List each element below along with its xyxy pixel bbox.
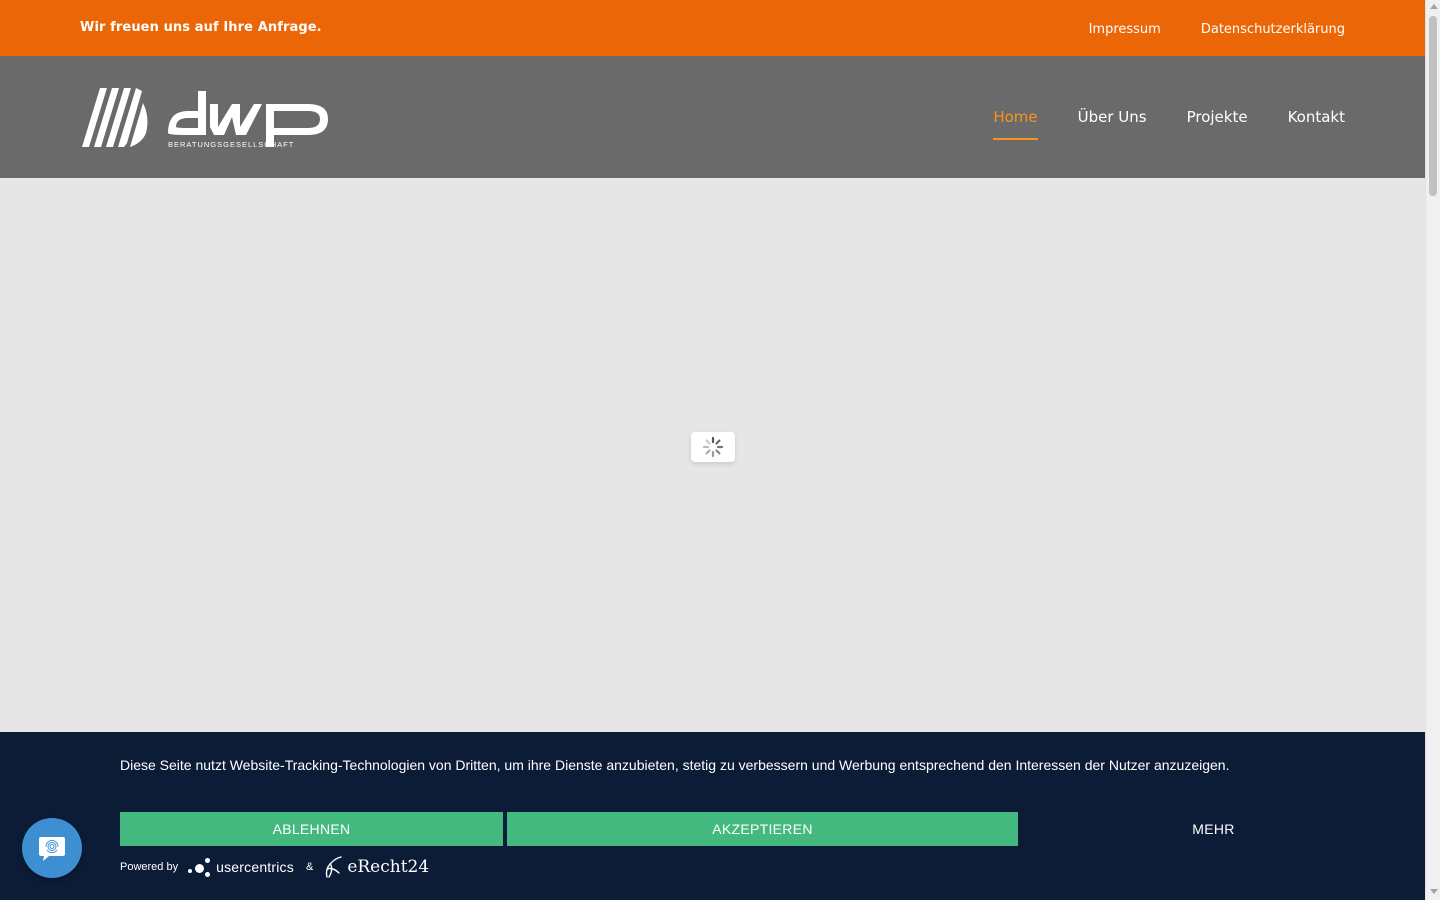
dwp-logo[interactable]: BERATUNGSGESELLSCHAFT [80, 87, 330, 149]
erecht24-mark-icon [326, 856, 343, 878]
scroll-thumb[interactable] [1429, 16, 1437, 196]
main-nav: Home Über Uns Projekte Kontakt [993, 108, 1345, 140]
site-header: BERATUNGSGESELLSCHAFT Home Über Uns Proj… [0, 56, 1425, 178]
main-content-loading [0, 178, 1425, 732]
cookie-banner: Diese Seite nutzt Website-Tracking-Techn… [0, 732, 1425, 900]
page: Wir freuen uns auf Ihre Anfrage. Impress… [0, 0, 1425, 900]
svg-text:BERATUNGSGESELLSCHAFT: BERATUNGSGESELLSCHAFT [168, 140, 294, 149]
accept-button[interactable]: AKZEPTIEREN [507, 812, 1018, 846]
powered-by: Powered by usercentrics & eRecht24 [120, 854, 429, 880]
impressum-link[interactable]: Impressum [1089, 22, 1161, 37]
spinner-icon [702, 436, 724, 458]
erecht24-logo[interactable]: eRecht24 [323, 855, 429, 879]
powered-by-label: Powered by [120, 861, 179, 873]
decline-button[interactable]: ABLEHNEN [120, 812, 503, 846]
nav-ueber-uns[interactable]: Über Uns [1078, 108, 1147, 140]
ampersand: & [305, 861, 314, 873]
nav-kontakt[interactable]: Kontakt [1288, 108, 1345, 140]
top-links: Impressum Datenschutzerklärung [1089, 22, 1345, 37]
cookie-message: Diese Seite nutzt Website-Tracking-Techn… [120, 757, 1230, 773]
scrollbar[interactable] [1425, 0, 1440, 900]
nav-home[interactable]: Home [993, 108, 1038, 140]
dwp-logo-graphic: BERATUNGSGESELLSCHAFT [82, 88, 328, 149]
tagline: Wir freuen uns auf Ihre Anfrage. [80, 20, 322, 35]
scroll-up-arrow-icon[interactable] [1430, 4, 1438, 9]
top-bar: Wir freuen uns auf Ihre Anfrage. Impress… [0, 0, 1425, 56]
erecht24-wordmark: eRecht24 [347, 857, 430, 877]
nav-projekte[interactable]: Projekte [1187, 108, 1248, 140]
datenschutz-link[interactable]: Datenschutzerklärung [1201, 22, 1345, 37]
scroll-down-arrow-icon[interactable] [1430, 889, 1438, 894]
privacy-chat-button[interactable] [22, 818, 82, 878]
usercentrics-wordmark: usercentrics [216, 859, 294, 875]
usercentrics-logo[interactable]: usercentrics [188, 856, 294, 878]
usercentrics-dots-icon [188, 856, 214, 878]
more-button[interactable]: MEHR [1022, 812, 1405, 846]
fingerprint-chat-icon [39, 837, 65, 861]
loading-indicator [691, 432, 735, 462]
